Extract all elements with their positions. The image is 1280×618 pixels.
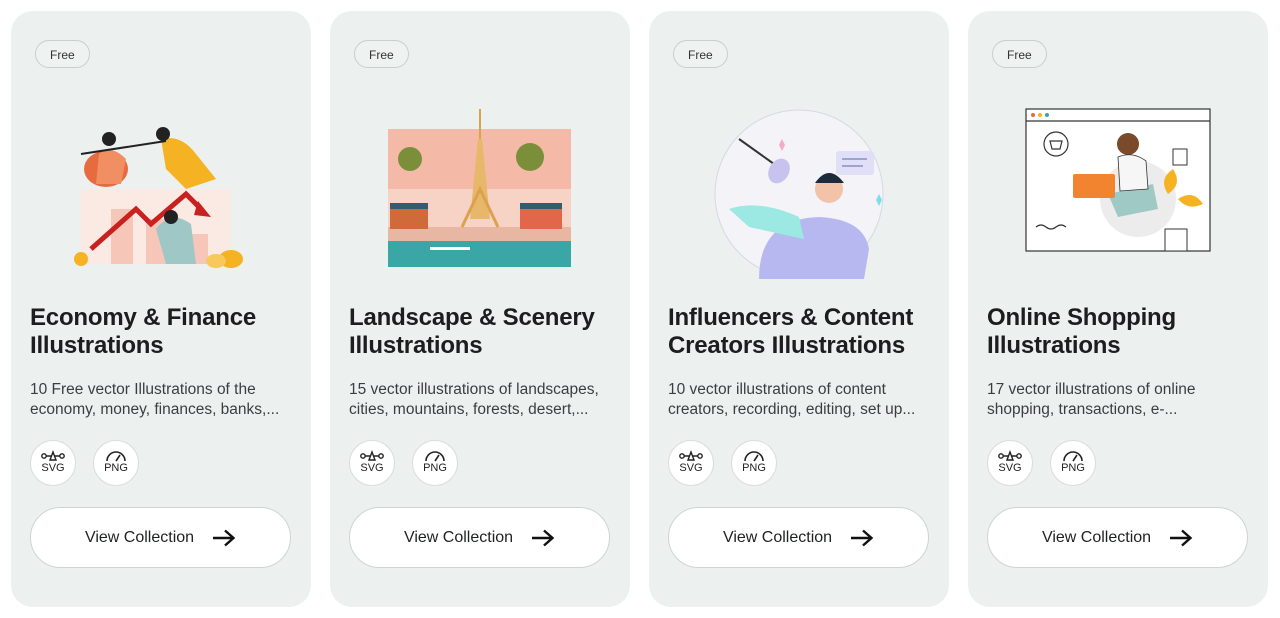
description-line-1: 17 vector illustrations of online xyxy=(987,381,1196,398)
svg-format-badge[interactable]: SVG xyxy=(349,440,395,486)
description-line-2: cities, mountains, forests, desert,... xyxy=(349,401,589,418)
card-title: Online Shopping Illustrations xyxy=(987,304,1252,360)
view-collection-button[interactable]: View Collection xyxy=(987,507,1248,568)
description-line-2: economy, money, finances, banks,... xyxy=(30,401,280,418)
format-label: PNG xyxy=(423,462,447,474)
view-collection-button[interactable]: View Collection xyxy=(668,507,929,568)
card-description: 10 vector illustrations of content creat… xyxy=(668,380,933,420)
collection-card-influencers[interactable]: Free Influencers & Content Creators Illu… xyxy=(649,11,949,607)
png-format-badge[interactable]: PNG xyxy=(1050,440,1096,486)
content-creator-illustration xyxy=(714,109,884,279)
button-label: View Collection xyxy=(84,528,195,546)
free-badge: Free xyxy=(992,40,1047,68)
title-line-2: Creators Illustrations xyxy=(668,332,905,359)
paris-landscape-illustration xyxy=(388,109,571,267)
collection-card-shopping[interactable]: Free Online Shopping Illustrations 17 ve… xyxy=(968,11,1268,607)
collection-grid: Free Economy & Finance Illustrations 10 … xyxy=(11,11,1269,607)
description-line-1: 10 Free vector Illustrations of the xyxy=(30,381,256,398)
title-line-1: Influencers & Content xyxy=(668,304,914,331)
arrow-right-icon xyxy=(213,529,236,546)
online-shopping-illustration xyxy=(1025,108,1211,252)
vector-pen-icon xyxy=(41,450,65,461)
button-label: View Collection xyxy=(722,528,833,546)
format-label: SVG xyxy=(998,462,1022,474)
format-label: SVG xyxy=(41,462,65,474)
button-label: View Collection xyxy=(403,528,514,546)
svg-format-badge[interactable]: SVG xyxy=(30,440,76,486)
free-badge: Free xyxy=(354,40,409,68)
title-line-1: Economy & Finance xyxy=(30,304,256,331)
vector-pen-icon xyxy=(360,450,384,461)
button-label: View Collection xyxy=(1041,528,1152,546)
free-badge: Free xyxy=(673,40,728,68)
collection-card-economy[interactable]: Free Economy & Finance Illustrations 10 … xyxy=(11,11,311,607)
format-label: PNG xyxy=(104,462,128,474)
economy-finance-illustration xyxy=(74,127,243,268)
png-format-badge[interactable]: PNG xyxy=(412,440,458,486)
format-label: SVG xyxy=(679,462,703,474)
description-line-1: 15 vector illustrations of landscapes, xyxy=(349,381,599,398)
description-line-2: creators, recording, editing, set up... xyxy=(668,401,916,418)
card-title: Landscape & Scenery Illustrations xyxy=(349,304,614,360)
vector-pen-icon xyxy=(679,450,703,461)
title-line-2: Illustrations xyxy=(349,332,483,359)
title-line-1: Landscape & Scenery xyxy=(349,304,595,331)
arrow-right-icon xyxy=(532,529,555,546)
card-title: Economy & Finance Illustrations xyxy=(30,304,295,360)
card-description: 17 vector illustrations of online shoppi… xyxy=(987,380,1252,420)
collection-card-landscape[interactable]: Free Landscape & Scenery Illustrations 1… xyxy=(330,11,630,607)
arrow-right-icon xyxy=(1170,529,1193,546)
svg-format-badge[interactable]: SVG xyxy=(987,440,1033,486)
arrow-right-icon xyxy=(851,529,874,546)
gauge-icon xyxy=(1063,451,1083,462)
description-line-1: 10 vector illustrations of content xyxy=(668,381,886,398)
format-label: SVG xyxy=(360,462,384,474)
view-collection-button[interactable]: View Collection xyxy=(349,507,610,568)
png-format-badge[interactable]: PNG xyxy=(731,440,777,486)
format-label: PNG xyxy=(1061,462,1085,474)
card-description: 10 Free vector Illustrations of the econ… xyxy=(30,380,295,420)
free-badge: Free xyxy=(35,40,90,68)
png-format-badge[interactable]: PNG xyxy=(93,440,139,486)
title-line-2: Illustrations xyxy=(30,332,164,359)
title-line-1: Online Shopping xyxy=(987,304,1176,331)
format-label: PNG xyxy=(742,462,766,474)
title-line-2: Illustrations xyxy=(987,332,1121,359)
card-description: 15 vector illustrations of landscapes, c… xyxy=(349,380,614,420)
gauge-icon xyxy=(425,451,445,462)
vector-pen-icon xyxy=(998,450,1022,461)
card-title: Influencers & Content Creators Illustrat… xyxy=(668,304,933,360)
description-line-2: shopping, transactions, e-... xyxy=(987,401,1178,418)
svg-format-badge[interactable]: SVG xyxy=(668,440,714,486)
view-collection-button[interactable]: View Collection xyxy=(30,507,291,568)
gauge-icon xyxy=(106,451,126,462)
gauge-icon xyxy=(744,451,764,462)
